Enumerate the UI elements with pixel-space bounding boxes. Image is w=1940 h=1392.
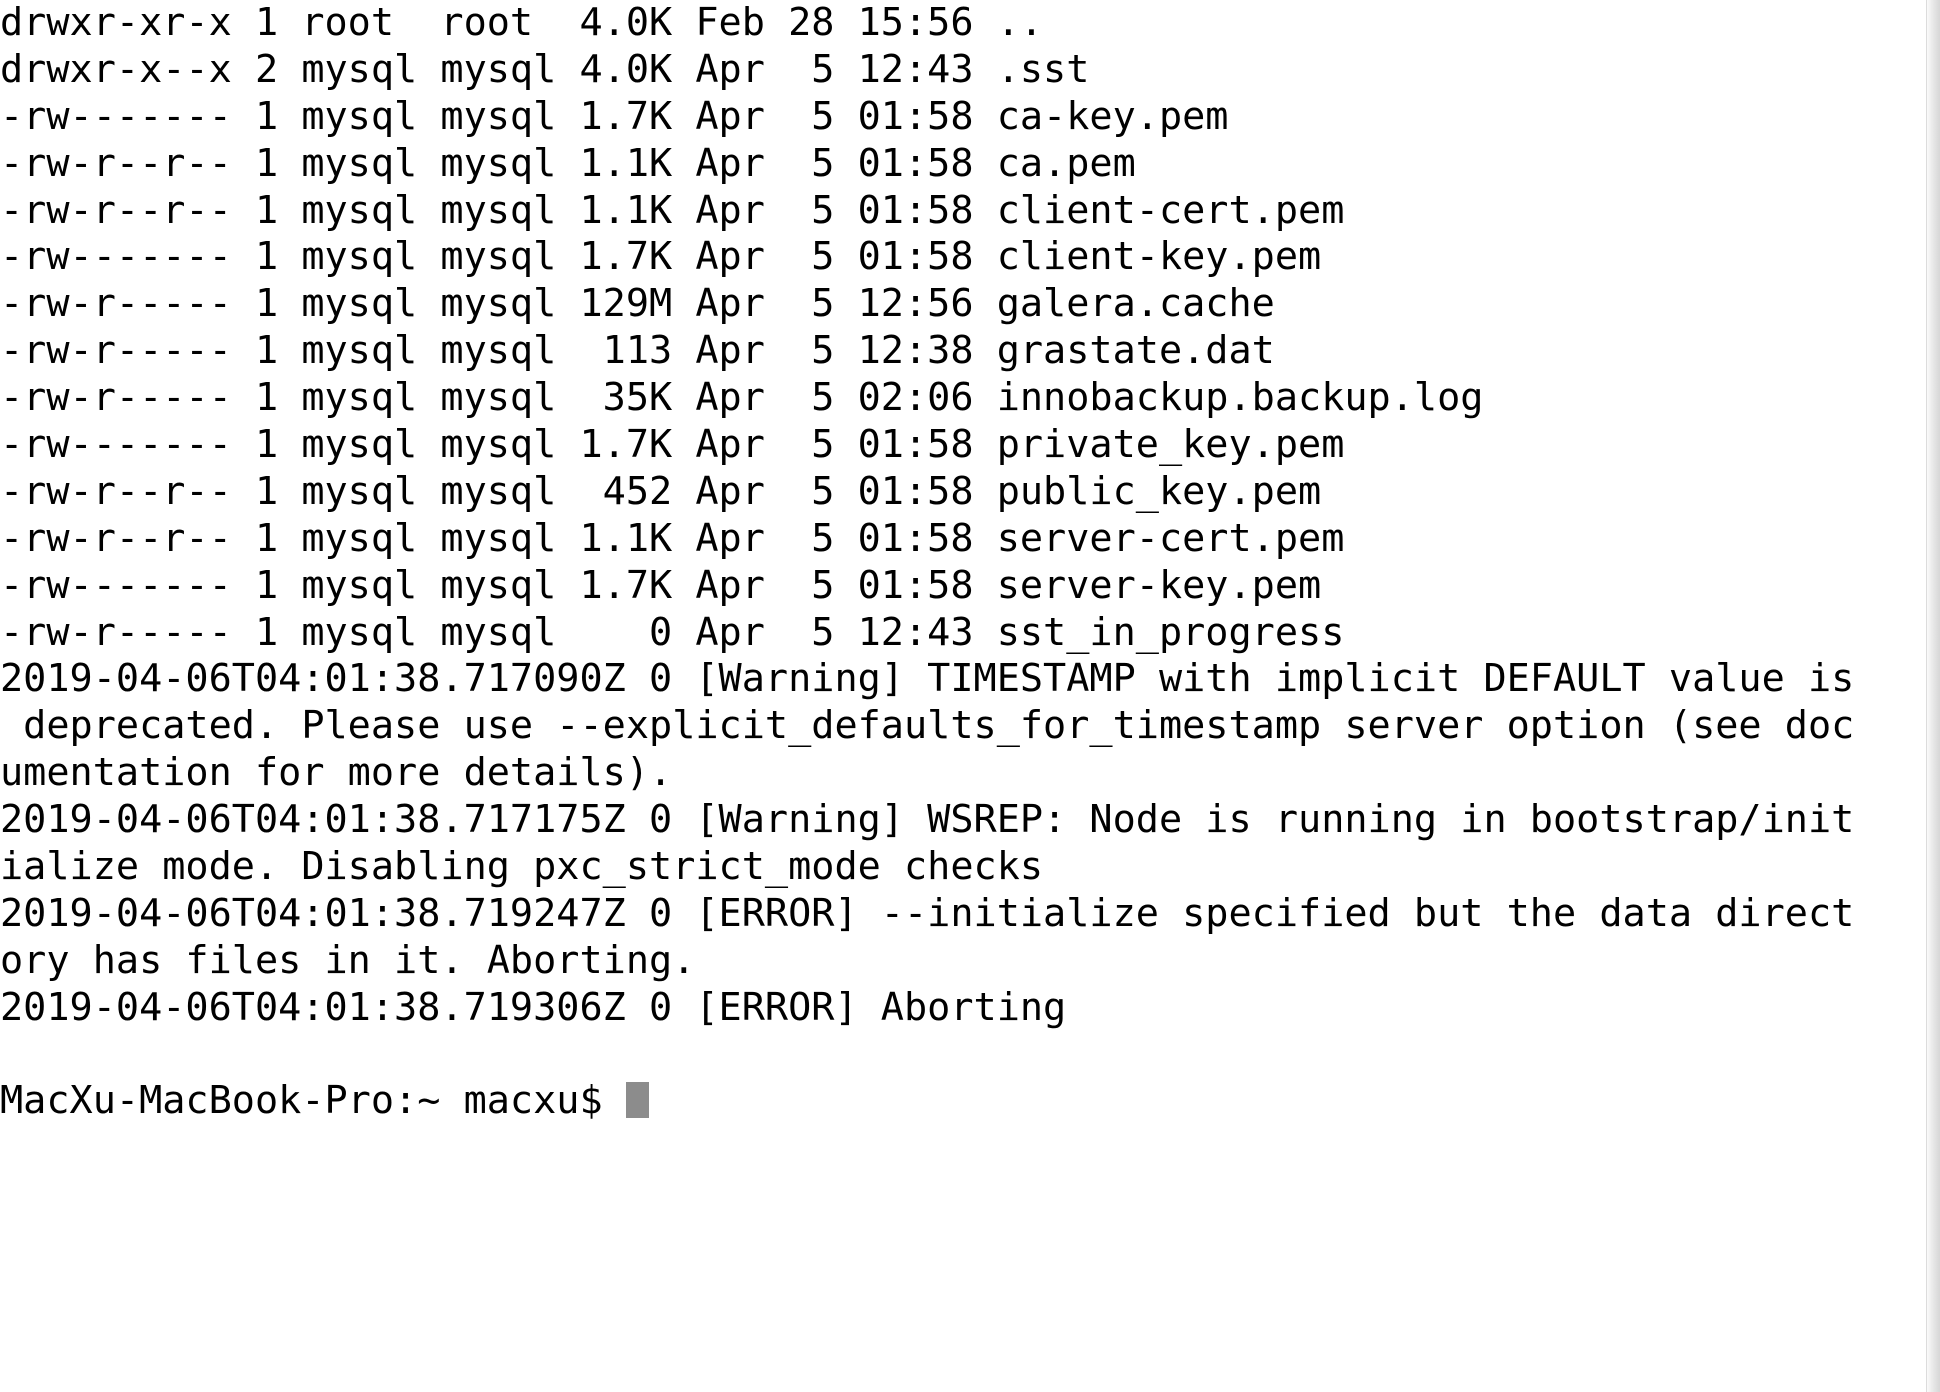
file-listing-line: -rw------- 1 mysql mysql 1.7K Apr 5 01:5… [0,234,1322,280]
log-output-line: ory has files in it. Aborting. [0,937,696,983]
file-listing-line: -rw-r--r-- 1 mysql mysql 1.1K Apr 5 01:5… [0,515,1345,561]
file-listing-line: -rw-r----- 1 mysql mysql 113 Apr 5 12:38… [0,328,1275,374]
file-listing-line: -rw------- 1 mysql mysql 1.7K Apr 5 01:5… [0,422,1345,468]
log-output-line: deprecated. Please use --explicit_defaul… [0,703,1855,749]
text-cursor [625,1082,649,1119]
file-listing-line: drwxr-xr-x 1 root root 4.0K Feb 28 15:56… [0,0,1044,45]
file-listing-line: -rw-r--r-- 1 mysql mysql 1.1K Apr 5 01:5… [0,140,1136,186]
file-listing-line: -rw-r----- 1 mysql mysql 35K Apr 5 02:06… [0,375,1484,421]
shell-prompt-text: MacXu-MacBook-Pro:~ macxu$ [0,1078,626,1124]
file-listing-line: -rw-r--r-- 1 mysql mysql 1.1K Apr 5 01:5… [0,187,1345,233]
log-output-line: 2019-04-06T04:01:38.719247Z 0 [ERROR] --… [0,890,1855,936]
log-output-line: 2019-04-06T04:01:38.717090Z 0 [Warning] … [0,656,1855,702]
file-listing-line: -rw-r----- 1 mysql mysql 129M Apr 5 12:5… [0,281,1275,327]
log-output-line: 2019-04-06T04:01:38.717175Z 0 [Warning] … [0,797,1855,843]
terminal-output-area[interactable]: drwxr-xr-x 1 root root 4.0K Feb 28 15:56… [0,0,1926,1392]
log-output-line: ialize mode. Disabling pxc_strict_mode c… [0,844,1044,890]
scrollbar-thumb[interactable] [1929,0,1938,1392]
vertical-scrollbar[interactable] [1926,0,1940,1392]
file-listing-line: -rw-r----- 1 mysql mysql 0 Apr 5 12:43 s… [0,609,1345,655]
file-listing-line: -rw------- 1 mysql mysql 1.7K Apr 5 01:5… [0,562,1322,608]
shell-prompt-line[interactable]: MacXu-MacBook-Pro:~ macxu$ [0,1078,1926,1125]
file-listing-line: -rw-r--r-- 1 mysql mysql 452 Apr 5 01:58… [0,468,1322,514]
file-listing-line: -rw------- 1 mysql mysql 1.7K Apr 5 01:5… [0,93,1229,139]
log-output-line: 2019-04-06T04:01:38.719306Z 0 [ERROR] Ab… [0,984,1067,1030]
terminal-window[interactable]: drwxr-xr-x 1 root root 4.0K Feb 28 15:56… [0,0,1940,1392]
log-output-line: umentation for more details). [0,750,673,796]
file-listing-line: drwxr-x--x 2 mysql mysql 4.0K Apr 5 12:4… [0,46,1090,92]
